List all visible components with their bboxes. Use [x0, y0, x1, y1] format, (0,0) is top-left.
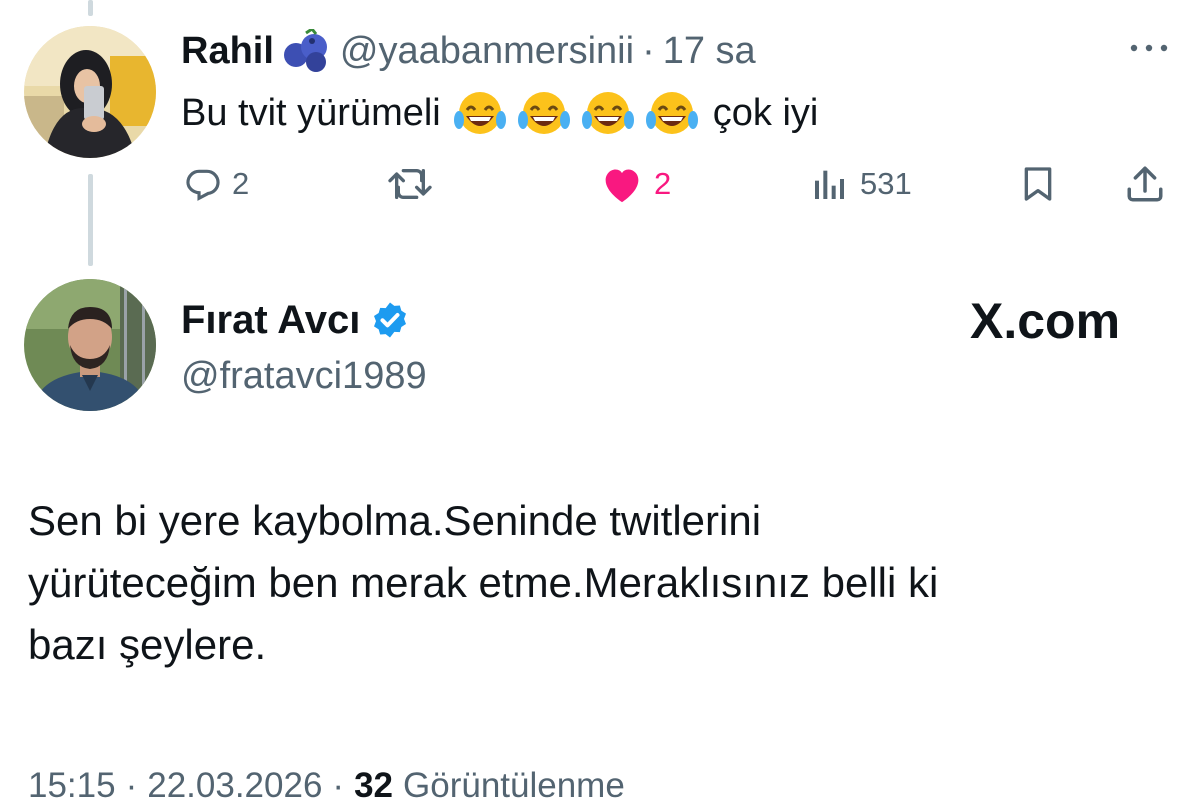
reply-author-name[interactable]: Rahil [181, 30, 274, 73]
separator-dot: · [642, 29, 655, 72]
x-brand: X.com [970, 292, 1120, 350]
share-button[interactable] [1124, 160, 1166, 208]
more-icon[interactable] [1128, 38, 1170, 58]
separator-dot: · [332, 766, 345, 805]
tweet-author-handle[interactable]: @fratavci1989 [181, 350, 427, 402]
tweet-meta: 15:15 · 22.03.2026 · 32 Görüntülenme [28, 760, 625, 812]
tweet-text-line: yürüteceğim ben merak etme.Meraklısınız … [28, 559, 939, 606]
reply-text-start: Bu tvit yürümeli [181, 91, 441, 134]
emoji-row [453, 90, 699, 136]
like-button[interactable]: 2 [600, 160, 671, 208]
tweet-views-label: Görüntülenme [403, 766, 625, 805]
avatar[interactable] [24, 26, 156, 158]
reply-icon [186, 169, 220, 201]
avatar[interactable] [24, 279, 156, 411]
views-count: 531 [860, 166, 912, 201]
reply-timestamp[interactable]: 17 sa [663, 30, 756, 73]
author-name-row: Fırat Avcı [181, 294, 410, 346]
tweet-text-line: Sen bi yere kaybolma.Seninde twitlerini [28, 497, 762, 544]
share-icon [1127, 166, 1163, 202]
like-count: 2 [654, 166, 672, 201]
thread-connector [88, 174, 93, 266]
tweet-author-name[interactable]: Fırat Avcı [181, 298, 360, 343]
views-icon [815, 170, 844, 199]
reply-text: Bu tvit yürümeli çok iyi [181, 86, 818, 140]
joy-emoji-icon [453, 92, 506, 134]
reply-count: 2 [232, 166, 250, 201]
bookmark-button[interactable] [1018, 160, 1058, 208]
retweet-icon [388, 169, 432, 199]
tweet-text: Sen bi yere kaybolma.Seninde twitlerini … [28, 490, 1178, 676]
joy-emoji-icon [581, 92, 634, 134]
views-button[interactable]: 531 [810, 160, 912, 208]
joy-emoji-icon [645, 92, 698, 134]
tweet-text-line: bazı şeylere. [28, 621, 267, 668]
tweet-time[interactable]: 15:15 [28, 766, 116, 806]
reply-header: Rahil @yaabanmersinii · 17 sa [181, 26, 756, 76]
reply-button[interactable]: 2 [184, 160, 249, 208]
retweet-button[interactable] [387, 160, 443, 208]
reply-author-handle[interactable]: @yaabanmersinii [340, 30, 634, 73]
tweet-date[interactable]: 22.03.2026 [147, 766, 322, 806]
reply-text-end: çok iyi [712, 91, 819, 134]
verified-badge-icon[interactable] [370, 300, 410, 340]
tweet-views-count: 32 [354, 766, 394, 805]
heart-icon [605, 169, 639, 203]
joy-emoji-icon [517, 92, 570, 134]
x-brand-text: X.com [970, 293, 1121, 349]
blueberries-emoji-icon [283, 29, 327, 72]
thread-connector-top [88, 0, 93, 16]
bookmark-icon [1024, 167, 1052, 201]
separator-dot: · [125, 766, 138, 805]
